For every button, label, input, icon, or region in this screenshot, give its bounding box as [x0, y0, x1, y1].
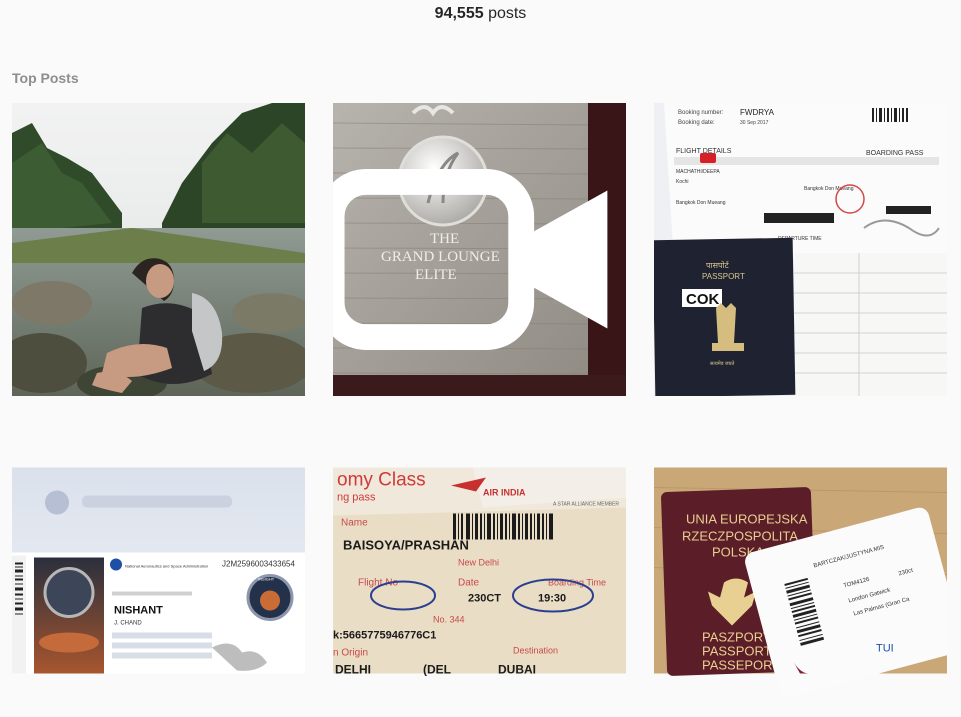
post-image-hiker: [12, 103, 305, 396]
airline-name: AIR INDIA: [483, 488, 526, 498]
passport-label: PASSPORT: [702, 272, 745, 281]
post-image-polish-passport: UNIA EUROPEJSKA RZECZPOSPOLITA POLSKA PA…: [654, 467, 947, 698]
flight-date: 230CT: [468, 593, 501, 605]
origin-label: n Origin: [333, 648, 368, 659]
new-delhi-stamp: New Delhi: [458, 558, 499, 568]
video-camera-icon: [333, 169, 608, 350]
passport-bottom-3: PASSEPORT: [702, 658, 780, 673]
post-thumbnail-1[interactable]: [12, 103, 305, 396]
origin-code: (DEL: [423, 663, 451, 677]
post-thumbnail-6[interactable]: UNIA EUROPEJSKA RZECZPOSPOLITA POLSKA PA…: [654, 424, 947, 717]
post-count: 94,555 posts: [0, 4, 961, 24]
passenger-name: MACHATHI/DEEPA: [676, 169, 720, 175]
post-thumbnail-5[interactable]: omy Class ng pass AIR INDIA A STAR ALLIA…: [333, 424, 626, 717]
tui-brand: TUI: [876, 643, 894, 655]
booking-number-label: Booking number:: [678, 110, 724, 116]
destination-label: Destination: [513, 646, 558, 656]
class-title: omy Class: [337, 470, 426, 491]
post-count-number: 94,555: [434, 5, 484, 22]
sequence-number: No. 344: [433, 615, 465, 625]
passport-line-2: RZECZPOSPOLITA: [682, 529, 798, 544]
name-label: Name: [341, 518, 368, 529]
class-subtitle: ng pass: [337, 492, 376, 504]
pass-code: J2M2596003433654: [222, 560, 296, 569]
destination-city: Bangkok Don Mueang: [676, 200, 726, 206]
destination-city-dubai: DUBAI: [498, 663, 536, 677]
ticket-number: k:5665775946776C1: [333, 630, 436, 642]
post-image-air-india-pass: omy Class ng pass AIR INDIA A STAR ALLIA…: [333, 467, 626, 677]
passport-motto: सत्यमेव जयते: [710, 360, 734, 367]
destination-city-stub: Bangkok Don Mueang: [804, 186, 854, 192]
booking-date: 30 Sep 2017: [740, 120, 769, 126]
origin-city-delhi: DELHI: [335, 663, 371, 677]
booking-date-label: Booking date:: [678, 120, 715, 126]
passenger-name-nishant: NISHANT: [114, 605, 163, 617]
post-thumbnail-3[interactable]: Booking number: FWDRYA Booking date: 30 …: [654, 103, 947, 396]
nasa-agency-name: National Aeronautics and Space Administr…: [125, 564, 208, 569]
boarding-pass-label: BOARDING PASS: [866, 150, 924, 157]
section-title-top-posts: Top Posts: [12, 70, 79, 86]
post-count-suffix: posts: [488, 5, 527, 22]
origin-city: Kochi: [676, 179, 689, 185]
boarding-time: 19:30: [538, 593, 566, 605]
date-label: Date: [458, 578, 480, 589]
passport-hindi-label: पासपोर्ट: [706, 260, 730, 270]
post-thumbnail-4[interactable]: National Aeronautics and Space Administr…: [12, 424, 305, 717]
passenger-subname: J. CHAND: [114, 621, 142, 627]
post-thumbnail-2[interactable]: THE GRAND LOUNGE ELITE: [333, 103, 626, 396]
alliance-label: A STAR ALLIANCE MEMBER: [553, 502, 619, 508]
post-image-boarding-pass-passport: Booking number: FWDRYA Booking date: 30 …: [654, 103, 947, 396]
passport-line-1: UNIA EUROPEJSKA: [686, 512, 808, 527]
passport-bottom-2: PASSPORT: [702, 644, 772, 659]
insight-badge: INSIGHT: [258, 577, 275, 582]
cok-sticker: COK: [686, 291, 720, 308]
passport-bottom-1: PASZPORT: [702, 630, 771, 645]
post-image-nasa-pass: National Aeronautics and Space Administr…: [12, 467, 305, 674]
passenger-name-baisoya: BAISOYA/PRASHAN: [343, 538, 469, 553]
booking-number: FWDRYA: [740, 108, 775, 117]
